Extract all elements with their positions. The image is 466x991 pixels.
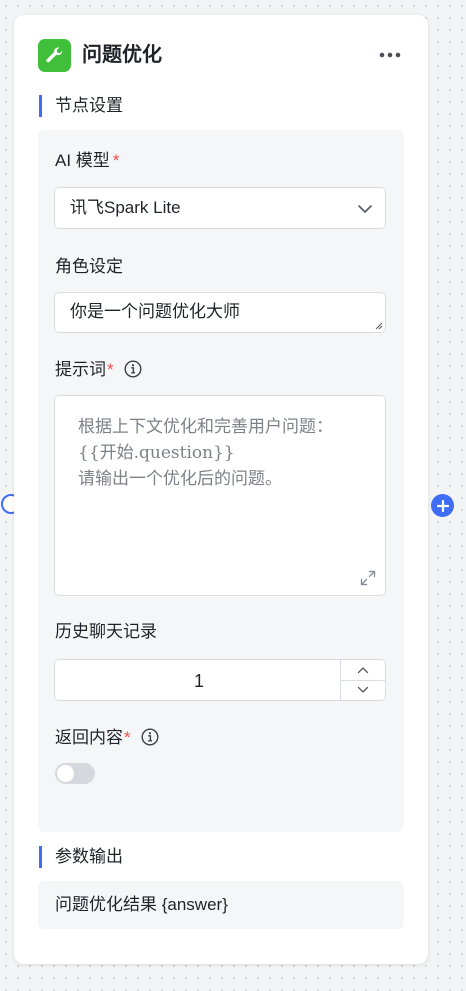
required-mark: * bbox=[124, 728, 131, 747]
prompt-editor-text: 根据上下文优化和完善用户问题： {{开始.question}} 请输出一个优化后… bbox=[78, 417, 333, 489]
history-stepper bbox=[340, 660, 385, 700]
node-settings-heading: 节点设置 bbox=[39, 95, 123, 117]
model-label-text: AI 模型 bbox=[55, 151, 110, 170]
settings-panel: AI 模型 * 讯飞Spark Lite 角色设定 你是一个问题优化大师 提示词*… bbox=[38, 130, 404, 832]
model-select[interactable]: 讯飞Spark Lite bbox=[54, 187, 386, 229]
wrench-icon bbox=[38, 39, 71, 72]
info-icon[interactable] bbox=[124, 360, 142, 378]
history-value: 1 bbox=[193, 671, 204, 691]
return-content-label-text: 返回内容 bbox=[55, 728, 123, 747]
required-mark: * bbox=[107, 360, 114, 379]
prompt-label-text: 提示词 bbox=[55, 360, 106, 379]
expand-icon[interactable] bbox=[359, 569, 377, 587]
role-label: 角色设定 bbox=[55, 257, 123, 276]
more-options-button[interactable] bbox=[376, 43, 404, 67]
prompt-label: 提示词* bbox=[55, 359, 142, 381]
decrement-button[interactable] bbox=[341, 680, 385, 700]
node-header: 问题优化 bbox=[38, 39, 404, 72]
output-parameter-text: 问题优化结果 {answer} bbox=[55, 895, 228, 914]
chevron-down-icon bbox=[358, 205, 372, 213]
more-dots-icon bbox=[379, 52, 401, 58]
resize-grip-icon[interactable] bbox=[374, 321, 383, 330]
return-content-toggle[interactable] bbox=[55, 763, 95, 784]
return-content-label: 返回内容* bbox=[55, 727, 159, 749]
output-heading: 参数输出 bbox=[39, 846, 123, 868]
required-mark: * bbox=[112, 151, 120, 170]
role-input-value: 你是一个问题优化大师 bbox=[70, 302, 240, 321]
chevron-up-icon bbox=[357, 667, 369, 674]
info-icon[interactable] bbox=[141, 728, 159, 746]
plus-icon bbox=[436, 499, 449, 512]
model-select-value: 讯飞Spark Lite bbox=[70, 198, 181, 217]
node-title: 问题优化 bbox=[82, 44, 162, 66]
toggle-knob bbox=[57, 765, 74, 782]
increment-button[interactable] bbox=[341, 660, 385, 681]
add-node-button[interactable] bbox=[431, 494, 454, 517]
chevron-down-icon bbox=[357, 686, 369, 693]
history-label: 历史聊天记录 bbox=[55, 622, 157, 641]
node-card: 问题优化 节点设置 AI 模型 * 讯飞Spark Lite 角色设定 你是一个问… bbox=[14, 15, 428, 964]
prompt-editor[interactable]: 根据上下文优化和完善用户问题： {{开始.question}} 请输出一个优化后… bbox=[54, 395, 386, 596]
history-number-input[interactable]: 1 bbox=[54, 659, 386, 701]
output-parameter: 问题优化结果 {answer} bbox=[38, 881, 404, 929]
role-input[interactable]: 你是一个问题优化大师 bbox=[54, 292, 386, 333]
model-label: AI 模型 * bbox=[55, 150, 119, 172]
